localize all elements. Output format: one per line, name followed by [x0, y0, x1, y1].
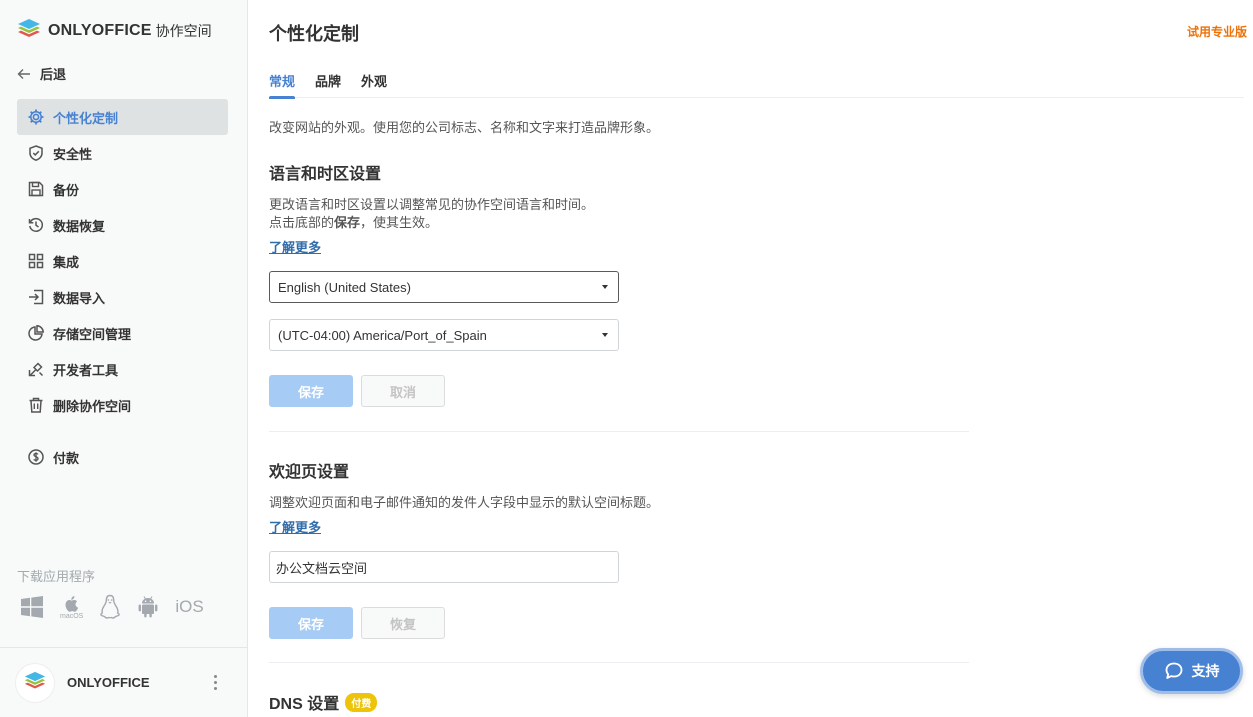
- sidebar-item-label: 数据恢复: [53, 218, 106, 234]
- page-title: 个性化定制: [269, 24, 359, 44]
- welcome-desc: 调整欢迎页面和电子邮件通知的发件人字段中显示的默认空间标题。: [269, 495, 660, 510]
- chevron-down-icon: [602, 333, 608, 337]
- android-icon[interactable]: [137, 595, 159, 619]
- grid-icon: [27, 252, 45, 270]
- chevron-down-icon: [602, 285, 608, 289]
- download-apps-title: 下载应用程序: [17, 569, 96, 584]
- sidebar-item-backup[interactable]: 备份: [17, 171, 228, 207]
- profile-name: ONLYOFFICE: [67, 675, 150, 690]
- arrow-left-icon: [17, 68, 30, 79]
- language-desc-prefix: 点击底部的: [269, 215, 335, 230]
- sidebar-item-storage[interactable]: 存储空间管理: [17, 315, 228, 351]
- support-button[interactable]: 支持: [1140, 648, 1243, 694]
- language-select[interactable]: English (United States): [269, 271, 619, 303]
- sidebar-item-label: 备份: [53, 182, 80, 198]
- chat-bubble-icon: [1165, 662, 1182, 679]
- onlyoffice-avatar-icon: [24, 671, 46, 689]
- welcome-save-button[interactable]: 保存: [269, 607, 353, 639]
- more-vertical-icon[interactable]: [214, 675, 218, 691]
- logo-product: 协作空间: [155, 23, 212, 39]
- settings-nav: 个性化定制 安全性 备份 数据恢复 集成 数据导入 存储空间管理 开发者工具 删…: [17, 99, 228, 475]
- sidebar-item-label: 删除协作空间: [53, 398, 132, 414]
- tab-branding[interactable]: 品牌: [315, 71, 341, 98]
- sidebar-item-payments[interactable]: 付款: [17, 439, 228, 475]
- developer-tools-icon: [27, 360, 45, 378]
- language-cancel-button[interactable]: 取消: [361, 375, 445, 407]
- timezone-select[interactable]: (UTC-04:00) America/Port_of_Spain: [269, 319, 619, 351]
- logo[interactable]: ONLYOFFICE 协作空间: [16, 18, 212, 44]
- gear-icon: [27, 108, 45, 126]
- dollar-circle-icon: [27, 448, 45, 466]
- windows-icon[interactable]: [20, 596, 44, 618]
- import-icon: [27, 288, 45, 306]
- welcome-restore-button[interactable]: 恢复: [361, 607, 445, 639]
- macos-icon[interactable]: macOS: [60, 595, 83, 620]
- sidebar-item-label: 开发者工具: [53, 362, 119, 378]
- onlyoffice-logo-icon: [18, 19, 40, 37]
- sidebar-item-data-import[interactable]: 数据导入: [17, 279, 228, 315]
- support-label: 支持: [1191, 663, 1220, 679]
- main-content: 个性化定制 试用专业版 常规 品牌 外观 改变网站的外观。使用您的公司标志、名称…: [249, 0, 1253, 717]
- dns-heading-text: DNS 设置: [269, 696, 340, 713]
- logo-brand: ONLYOFFICE: [48, 22, 152, 39]
- sidebar-item-data-restore[interactable]: 数据恢复: [17, 207, 228, 243]
- history-icon: [27, 216, 45, 234]
- download-apps: macOS iOS: [20, 594, 204, 620]
- trash-icon: [27, 396, 45, 414]
- dns-section-heading: DNS 设置 付费: [269, 690, 378, 714]
- language-select-value: English (United States): [278, 279, 411, 295]
- paid-badge: 付费: [345, 693, 378, 712]
- sidebar-item-customization[interactable]: 个性化定制: [17, 99, 228, 135]
- sidebar-item-integration[interactable]: 集成: [17, 243, 228, 279]
- floppy-disk-icon: [27, 180, 45, 198]
- section-divider: [269, 431, 969, 432]
- linux-icon[interactable]: [99, 594, 121, 620]
- sidebar-item-developer-tools[interactable]: 开发者工具: [17, 351, 228, 387]
- try-pro-link[interactable]: 试用专业版: [1187, 23, 1247, 40]
- sidebar-item-label: 个性化定制: [53, 110, 119, 126]
- language-desc-line2: 点击底部的保存，使其生效。: [269, 214, 594, 232]
- macos-label: macOS: [60, 612, 84, 620]
- sidebar-item-label: 安全性: [53, 146, 93, 162]
- welcome-title-input[interactable]: [269, 551, 619, 583]
- language-learn-more-link[interactable]: 了解更多: [269, 237, 321, 256]
- intro-text: 改变网站的外观。使用您的公司标志、名称和文字来打造品牌形象。: [269, 120, 660, 135]
- sidebar-item-label: 存储空间管理: [53, 326, 132, 342]
- timezone-select-value: (UTC-04:00) America/Port_of_Spain: [278, 327, 487, 343]
- shield-icon: [27, 144, 45, 162]
- sidebar-item-label: 集成: [53, 254, 80, 270]
- sidebar-item-security[interactable]: 安全性: [17, 135, 228, 171]
- tab-general[interactable]: 常规: [269, 71, 296, 99]
- pie-chart-icon: [27, 324, 45, 342]
- tabs: 常规 品牌 外观: [269, 71, 1244, 99]
- back-button[interactable]: 后退: [16, 64, 66, 83]
- sidebar: ONLYOFFICE 协作空间 后退 个性化定制 安全性 备份 数据恢复 集成 …: [0, 0, 248, 717]
- welcome-section-heading: 欢迎页设置: [269, 464, 350, 481]
- language-desc-line1: 更改语言和时区设置以调整常见的协作空间语言和时间。: [269, 197, 595, 212]
- back-label: 后退: [40, 67, 67, 82]
- sidebar-item-delete-space[interactable]: 删除协作空间: [17, 387, 228, 423]
- sidebar-item-label: 数据导入: [53, 290, 106, 306]
- section-divider: [269, 662, 969, 663]
- welcome-learn-more-link[interactable]: 了解更多: [269, 517, 321, 536]
- language-desc: 更改语言和时区设置以调整常见的协作空间语言和时间。 点击底部的保存，使其生效。: [269, 196, 594, 232]
- ios-link[interactable]: iOS: [175, 597, 203, 617]
- tab-appearance[interactable]: 外观: [361, 71, 387, 98]
- language-desc-bold: 保存: [334, 215, 361, 230]
- language-save-button[interactable]: 保存: [269, 375, 353, 407]
- avatar[interactable]: [15, 662, 55, 703]
- sidebar-item-label: 付款: [53, 450, 80, 466]
- language-desc-suffix: ，使其生效。: [360, 215, 439, 230]
- language-section-heading: 语言和时区设置: [269, 166, 382, 183]
- profile-footer: ONLYOFFICE: [0, 647, 248, 717]
